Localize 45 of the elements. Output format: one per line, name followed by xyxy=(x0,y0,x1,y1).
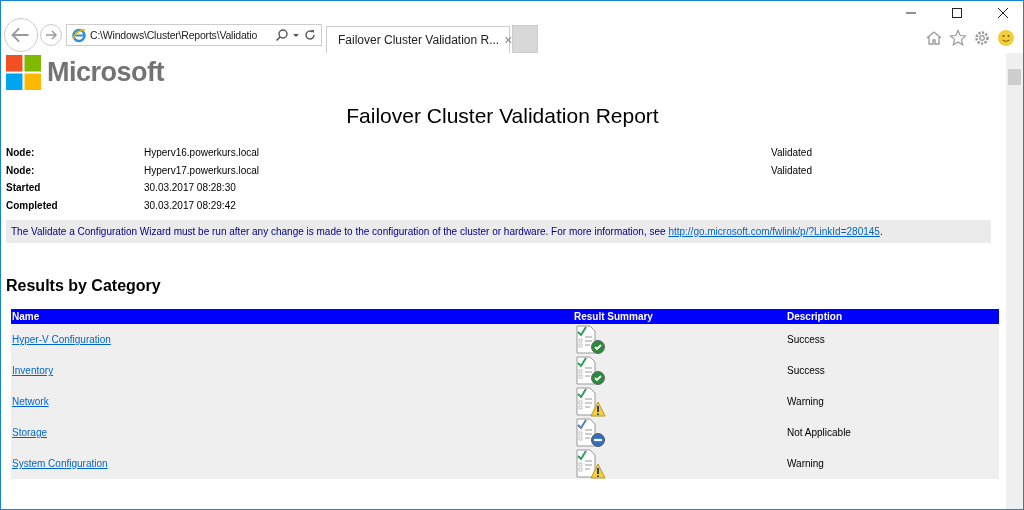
report-title: Failover Cluster Validation Report xyxy=(345,104,660,128)
close-tab-button[interactable]: × xyxy=(504,32,513,48)
back-button[interactable] xyxy=(4,18,38,52)
node-status: Validated xyxy=(771,164,812,176)
table-cell: Warning xyxy=(787,396,824,407)
table-cell: Success xyxy=(787,334,825,345)
tab-title: Failover Cluster Validation R... xyxy=(338,33,500,47)
star-icon[interactable] xyxy=(949,29,967,47)
info-link[interactable]: http://go.microsoft.com/fwlink/p/?LinkId=280145 xyxy=(668,226,880,237)
table-cell: Not Applicable xyxy=(787,427,851,438)
node-status: Validated xyxy=(771,147,812,159)
close-icon[interactable] xyxy=(997,7,1009,19)
search-icon[interactable] xyxy=(275,28,289,42)
smiley-icon[interactable] xyxy=(997,29,1015,47)
category-link[interactable]: Storage xyxy=(12,427,48,438)
detail-label: Node: xyxy=(6,164,36,176)
column-header: Result Summary xyxy=(574,311,654,322)
browser-tab[interactable]: Failover Cluster Validation R... × xyxy=(326,26,510,53)
detail-value: 30.03.2017 08:29:42 xyxy=(144,199,237,211)
category-link[interactable]: Inventory xyxy=(12,365,54,376)
category-link[interactable]: Hyper-V Configuration xyxy=(12,334,111,345)
detail-label: Node: xyxy=(6,147,36,159)
logo-icon xyxy=(6,55,41,90)
scrollbar[interactable] xyxy=(1006,53,1023,509)
table-cell: Warning xyxy=(787,458,824,469)
section-heading: Results by Category xyxy=(6,277,162,295)
maximize-icon[interactable] xyxy=(951,7,963,19)
browser-icon xyxy=(71,27,87,43)
detail-value: Hyperv17.powerkurs.local xyxy=(144,164,261,176)
category-link[interactable]: Network xyxy=(12,396,49,407)
notice-text: The Validate a Configuration Wizard must be run after any change is made to the configuration of the cluster or hardware. For more information, see http://go.microsoft.com/fwlink/p/?LinkId=280145. xyxy=(6,220,991,243)
category-link[interactable]: System Configuration xyxy=(12,458,108,469)
column-header: Name xyxy=(11,311,41,322)
detail-value: Hyperv16.powerkurs.local xyxy=(144,147,261,159)
settings-icon[interactable] xyxy=(973,29,991,47)
address-bar[interactable]: C:\Windows\Cluster\Reports\Validatio xyxy=(66,24,322,46)
forward-button[interactable] xyxy=(40,24,62,46)
home-icon[interactable] xyxy=(925,29,943,47)
detail-value: 30.03.2017 08:28:30 xyxy=(144,182,237,194)
detail-label: Started xyxy=(6,182,42,194)
detail-label: Completed xyxy=(6,199,59,211)
table-cell: Success xyxy=(787,365,825,376)
logo-wordmark: Microsoft xyxy=(47,57,164,88)
column-header: Description xyxy=(787,311,842,322)
refresh-icon[interactable] xyxy=(303,28,317,42)
